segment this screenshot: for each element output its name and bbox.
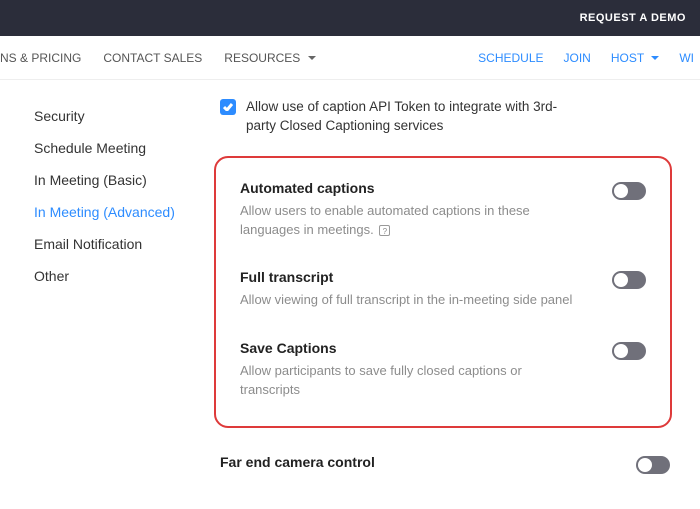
setting-title: Full transcript bbox=[240, 269, 582, 285]
setting-desc: Allow participants to save fully closed … bbox=[240, 362, 582, 400]
setting-save-captions: Save Captions Allow participants to save… bbox=[240, 340, 646, 400]
info-icon[interactable]: ? bbox=[379, 225, 390, 236]
sidebar-item-other[interactable]: Other bbox=[34, 260, 210, 292]
setting-title: Save Captions bbox=[240, 340, 582, 356]
settings-sidebar: Security Schedule Meeting In Meeting (Ba… bbox=[0, 92, 210, 484]
setting-desc: Allow users to enable automated captions… bbox=[240, 202, 582, 240]
highlighted-settings-group: Automated captions Allow users to enable… bbox=[214, 156, 672, 428]
nav-resources[interactable]: RESOURCES bbox=[224, 51, 315, 65]
sidebar-item-in-meeting-basic[interactable]: In Meeting (Basic) bbox=[34, 164, 210, 196]
toggle-knob bbox=[614, 273, 628, 287]
sidebar-item-security[interactable]: Security bbox=[34, 100, 210, 132]
check-icon bbox=[223, 103, 233, 111]
nav-resources-label: RESOURCES bbox=[224, 51, 300, 65]
setting-text: Save Captions Allow participants to save… bbox=[240, 340, 612, 400]
nav-host[interactable]: HOST bbox=[611, 51, 659, 65]
chevron-down-icon bbox=[308, 56, 316, 60]
toggle-full-transcript[interactable] bbox=[612, 271, 646, 289]
nav-contact-sales[interactable]: CONTACT SALES bbox=[103, 51, 202, 65]
setting-text: Automated captions Allow users to enable… bbox=[240, 180, 612, 240]
nav-plans-pricing[interactable]: NS & PRICING bbox=[0, 51, 81, 65]
topbar: REQUEST A DEMO bbox=[0, 0, 700, 36]
setting-full-transcript: Full transcript Allow viewing of full tr… bbox=[240, 269, 646, 310]
nav-host-label: HOST bbox=[611, 51, 644, 65]
setting-desc: Allow viewing of full transcript in the … bbox=[240, 291, 582, 310]
sidebar-item-in-meeting-advanced[interactable]: In Meeting (Advanced) bbox=[34, 196, 210, 228]
nav-left: NS & PRICING CONTACT SALES RESOURCES bbox=[0, 51, 338, 65]
nav-partial[interactable]: WI bbox=[679, 51, 694, 65]
main-nav: NS & PRICING CONTACT SALES RESOURCES SCH… bbox=[0, 36, 700, 80]
caption-api-checkbox-row: Allow use of caption API Token to integr… bbox=[220, 98, 670, 136]
nav-schedule[interactable]: SCHEDULE bbox=[478, 51, 543, 65]
sidebar-item-schedule-meeting[interactable]: Schedule Meeting bbox=[34, 132, 210, 164]
toggle-far-end-camera[interactable] bbox=[636, 456, 670, 474]
setting-title: Far end camera control bbox=[220, 454, 606, 470]
page-content: Security Schedule Meeting In Meeting (Ba… bbox=[0, 80, 700, 484]
nav-join[interactable]: JOIN bbox=[564, 51, 591, 65]
toggle-save-captions[interactable] bbox=[612, 342, 646, 360]
setting-automated-captions: Automated captions Allow users to enable… bbox=[240, 180, 646, 240]
toggle-knob bbox=[638, 458, 652, 472]
setting-title: Automated captions bbox=[240, 180, 582, 196]
caption-api-label: Allow use of caption API Token to integr… bbox=[246, 98, 566, 136]
nav-right: SCHEDULE JOIN HOST WI bbox=[458, 51, 694, 65]
request-demo-link[interactable]: REQUEST A DEMO bbox=[580, 12, 686, 24]
setting-far-end-camera: Far end camera control bbox=[220, 454, 670, 476]
caption-api-checkbox[interactable] bbox=[220, 99, 236, 115]
chevron-down-icon bbox=[651, 56, 659, 60]
setting-text: Full transcript Allow viewing of full tr… bbox=[240, 269, 612, 310]
settings-main: Allow use of caption API Token to integr… bbox=[210, 92, 700, 484]
toggle-automated-captions[interactable] bbox=[612, 182, 646, 200]
toggle-knob bbox=[614, 184, 628, 198]
sidebar-item-email-notification[interactable]: Email Notification bbox=[34, 228, 210, 260]
setting-text: Far end camera control bbox=[220, 454, 636, 476]
toggle-knob bbox=[614, 344, 628, 358]
